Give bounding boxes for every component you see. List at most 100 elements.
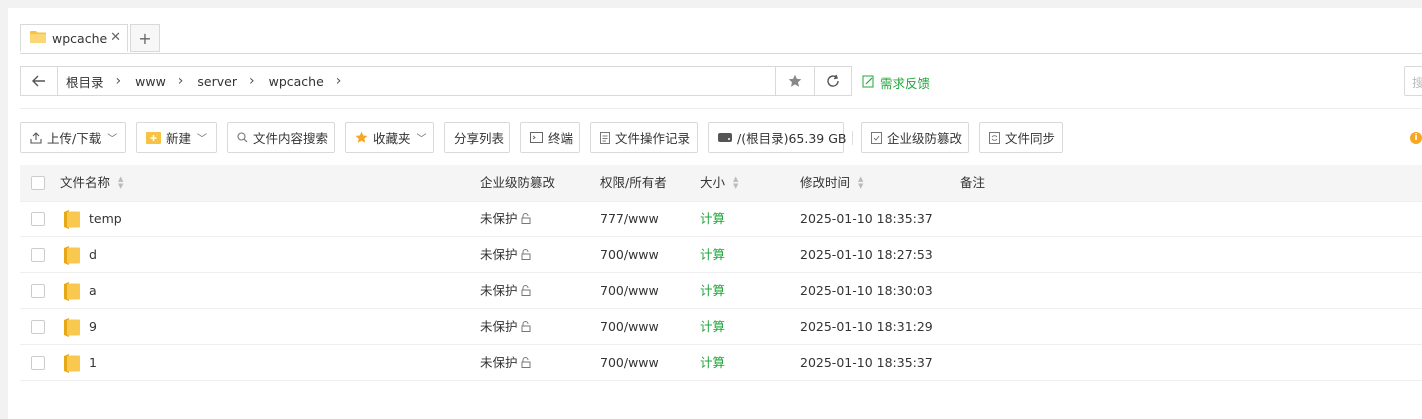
upload-download-button[interactable]: 上传/下载 ﹀ bbox=[20, 122, 126, 153]
info-icon[interactable]: i bbox=[1410, 132, 1422, 144]
row-checkbox[interactable] bbox=[31, 284, 45, 298]
star-icon[interactable] bbox=[775, 67, 814, 95]
disk-icon bbox=[718, 133, 732, 142]
chevron-right-icon[interactable]: › bbox=[249, 73, 255, 89]
table-row[interactable]: temp 未保护 777/www 计算 2025-01-10 18:35:37 bbox=[20, 201, 1422, 237]
column-size-label: 大小 bbox=[700, 175, 726, 190]
favorites-button[interactable]: 收藏夹 ﹀ bbox=[345, 122, 434, 153]
table-header: 文件名称 ▲ ▼ 企业级防篡改 权限/所有者 大小 ▲ ▼ 修改时间 ▲ ▼ 备注 bbox=[20, 165, 1422, 202]
tamper-status[interactable]: 未保护 bbox=[480, 345, 531, 380]
folder-icon bbox=[64, 246, 80, 268]
breadcrumb-root[interactable]: 根目录 bbox=[66, 72, 104, 91]
chevron-right-icon[interactable]: › bbox=[178, 73, 184, 89]
tab-label: wpcache bbox=[52, 30, 108, 46]
select-all-checkbox[interactable] bbox=[31, 176, 45, 190]
operation-log-button[interactable]: 文件操作记录 bbox=[590, 122, 698, 153]
column-name[interactable]: 文件名称 ▲ ▼ bbox=[60, 165, 123, 201]
file-sync-label: 文件同步 bbox=[1005, 131, 1056, 146]
terminal-label: 终端 bbox=[548, 131, 574, 146]
folder-icon bbox=[64, 282, 80, 304]
upload-icon bbox=[30, 131, 42, 144]
feedback-label: 需求反馈 bbox=[880, 76, 931, 91]
share-list-button[interactable]: 分享列表 bbox=[444, 122, 510, 153]
share-list-label: 分享列表 bbox=[454, 131, 505, 146]
size-calc-link[interactable]: 计算 bbox=[700, 273, 725, 308]
column-modified-label: 修改时间 bbox=[800, 175, 851, 190]
refresh-icon[interactable] bbox=[814, 67, 851, 95]
table-row[interactable]: a 未保护 700/www 计算 2025-01-10 18:30:03 bbox=[20, 273, 1422, 309]
feedback-link[interactable]: 需求反馈 bbox=[862, 73, 930, 92]
close-icon[interactable]: ✕ bbox=[110, 30, 121, 45]
sort-icon[interactable]: ▲ ▼ bbox=[118, 176, 123, 190]
lock-icon bbox=[520, 274, 531, 309]
new-button[interactable]: 新建 ﹀ bbox=[136, 122, 217, 153]
tamper-status[interactable]: 未保护 bbox=[480, 237, 531, 272]
toolbar-separator bbox=[852, 131, 853, 145]
size-calc-link[interactable]: 计算 bbox=[700, 237, 725, 272]
modified-time: 2025-01-10 18:27:53 bbox=[800, 247, 933, 262]
plus-icon[interactable]: + bbox=[130, 24, 160, 52]
new-folder-icon bbox=[146, 131, 161, 144]
table-row[interactable]: 9 未保护 700/www 计算 2025-01-10 18:31:29 bbox=[20, 309, 1422, 345]
column-note: 备注 bbox=[960, 165, 985, 201]
column-tamper: 企业级防篡改 bbox=[480, 165, 555, 201]
breadcrumb: 根目录 › www › server › wpcache › bbox=[58, 72, 775, 91]
tab-wpcache[interactable]: wpcache ✕ bbox=[20, 24, 128, 52]
tamper-protection-button[interactable]: 企业级防篡改 bbox=[861, 122, 969, 153]
permission[interactable]: 700/www bbox=[600, 273, 659, 308]
chevron-right-icon[interactable]: › bbox=[116, 73, 122, 89]
lock-icon bbox=[520, 346, 531, 381]
file-name[interactable]: temp bbox=[89, 201, 122, 236]
file-name[interactable]: 1 bbox=[89, 345, 97, 380]
tamper-status[interactable]: 未保护 bbox=[480, 201, 531, 236]
file-name[interactable]: 9 bbox=[89, 309, 97, 344]
modified-time: 2025-01-10 18:30:03 bbox=[800, 283, 933, 298]
permission[interactable]: 700/www bbox=[600, 345, 659, 380]
tab-divider bbox=[20, 53, 1422, 54]
chevron-down-icon: ﹀ bbox=[416, 134, 427, 145]
size-calc-link[interactable]: 计算 bbox=[700, 309, 725, 344]
table-row[interactable]: d 未保护 700/www 计算 2025-01-10 18:27:53 bbox=[20, 237, 1422, 273]
permission[interactable]: 700/www bbox=[600, 237, 659, 272]
table-row[interactable]: 1 未保护 700/www 计算 2025-01-10 18:35:37 bbox=[20, 345, 1422, 381]
tamper-status-label: 未保护 bbox=[480, 283, 518, 298]
breadcrumb-server[interactable]: server bbox=[197, 74, 237, 89]
disk-button[interactable]: /(根目录)65.39 GB bbox=[708, 122, 847, 153]
lock-icon bbox=[520, 310, 531, 345]
row-checkbox[interactable] bbox=[31, 212, 45, 226]
back-arrow-icon[interactable] bbox=[21, 67, 58, 95]
tamper-status-label: 未保护 bbox=[480, 355, 518, 370]
column-note-label: 备注 bbox=[960, 175, 986, 190]
column-modified[interactable]: 修改时间 ▲ ▼ bbox=[800, 165, 863, 201]
chevron-down-icon: ﹀ bbox=[107, 134, 118, 145]
modified-time: 2025-01-10 18:31:29 bbox=[800, 319, 933, 334]
terminal-button[interactable]: 终端 bbox=[520, 122, 580, 153]
folder-icon bbox=[64, 354, 80, 376]
chevron-right-icon[interactable]: › bbox=[336, 73, 342, 89]
tamper-status[interactable]: 未保护 bbox=[480, 309, 531, 344]
new-label: 新建 bbox=[166, 131, 192, 146]
size-calc-link[interactable]: 计算 bbox=[700, 201, 725, 236]
file-name[interactable]: a bbox=[89, 273, 97, 308]
file-name[interactable]: d bbox=[89, 237, 97, 272]
permission[interactable]: 777/www bbox=[600, 201, 659, 236]
content-search-label: 文件内容搜索 bbox=[253, 131, 329, 146]
sort-icon[interactable]: ▲ ▼ bbox=[858, 176, 863, 190]
content-search-button[interactable]: 文件内容搜索 bbox=[227, 122, 335, 153]
chevron-down-icon: ﹀ bbox=[197, 134, 208, 145]
tamper-status[interactable]: 未保护 bbox=[480, 273, 531, 308]
breadcrumb-www[interactable]: www bbox=[135, 74, 166, 89]
permission[interactable]: 700/www bbox=[600, 309, 659, 344]
tamper-status-label: 未保护 bbox=[480, 211, 518, 226]
row-checkbox[interactable] bbox=[31, 356, 45, 370]
row-checkbox[interactable] bbox=[31, 248, 45, 262]
edit-icon bbox=[862, 75, 875, 91]
row-checkbox[interactable] bbox=[31, 320, 45, 334]
file-sync-button[interactable]: 文件同步 bbox=[979, 122, 1063, 153]
search-input[interactable]: 搜 bbox=[1404, 66, 1422, 96]
breadcrumb-wpcache[interactable]: wpcache bbox=[269, 74, 324, 89]
tamper-protection-label: 企业级防篡改 bbox=[887, 131, 963, 146]
size-calc-link[interactable]: 计算 bbox=[700, 345, 725, 380]
column-size[interactable]: 大小 ▲ ▼ bbox=[700, 165, 738, 201]
sort-icon[interactable]: ▲ ▼ bbox=[733, 176, 738, 190]
